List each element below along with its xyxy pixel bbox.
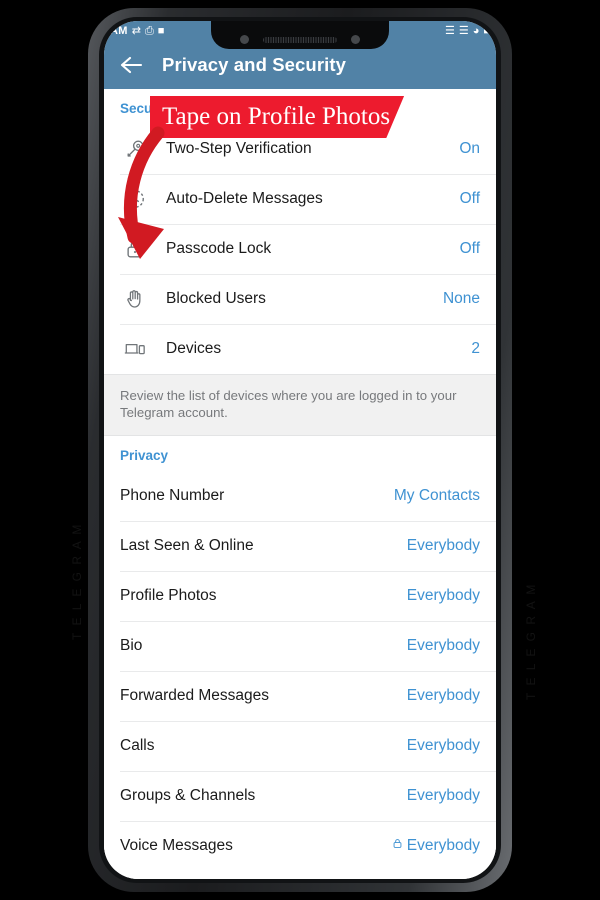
section-header-security: Security <box>120 101 174 116</box>
setting-row-passcode-lock[interactable]: Passcode Lock Off <box>104 224 496 274</box>
setting-label: Voice Messages <box>120 837 233 854</box>
setting-value: Everybody <box>406 687 480 704</box>
setting-value: Off <box>459 240 480 257</box>
screenshot-icon: ⎙ <box>144 25 154 37</box>
setting-label: Profile Photos <box>120 587 217 604</box>
title-bar: Privacy and Security <box>104 41 496 89</box>
hand-block-icon <box>120 288 150 310</box>
setting-label: Devices <box>166 340 222 357</box>
setting-value-text: Everybody <box>406 837 480 854</box>
setting-row-devices[interactable]: Devices 2 <box>104 324 496 374</box>
phone-screen: AM ⇄ ⎙ ■ ☰ ☰ ◕ ■ Privacy and Security Se… <box>104 21 496 879</box>
setting-label: Auto-Delete Messages <box>166 190 323 207</box>
setting-label: Bio <box>120 637 143 654</box>
setting-value: Off <box>459 190 480 207</box>
signal-sim2-icon: ☰ <box>458 25 469 37</box>
signal-sim1-icon: ☰ <box>444 25 455 37</box>
sync-icon: ⇄ <box>131 25 141 37</box>
setting-label: Passcode Lock <box>166 240 272 257</box>
setting-value: Everybody <box>392 837 480 855</box>
setting-value: None <box>442 290 480 307</box>
battery-icon: ■ <box>483 25 490 37</box>
setting-label: Blocked Users <box>166 290 266 307</box>
setting-row-bio[interactable]: Bio Everybody <box>104 621 496 671</box>
app-bar: AM ⇄ ⎙ ■ ☰ ☰ ◕ ■ Privacy and Security <box>104 21 496 89</box>
notification-icon: ■ <box>157 25 165 37</box>
setting-value: Everybody <box>406 787 480 804</box>
status-bar-right: ☰ ☰ ◕ ■ <box>445 21 490 41</box>
watermark-right: T E L E G R A M <box>524 582 538 700</box>
setting-row-auto-delete-messages[interactable]: Auto-Delete Messages Off <box>104 174 496 224</box>
back-arrow-icon[interactable] <box>116 50 146 80</box>
lock-mini-icon <box>392 837 403 855</box>
setting-row-blocked-users[interactable]: Blocked Users None <box>104 274 496 324</box>
status-bar-left: AM ⇄ ⎙ ■ <box>110 21 164 41</box>
setting-row-groups-and-channels[interactable]: Groups & Channels Everybody <box>104 771 496 821</box>
settings-content[interactable]: Security Two-Step Verification On Auto-D… <box>104 89 496 879</box>
section-header-privacy: Privacy <box>120 448 169 463</box>
devices-icon <box>120 338 150 360</box>
setting-value: Everybody <box>406 737 480 754</box>
setting-row-last-seen-and-online[interactable]: Last Seen & Online Everybody <box>104 521 496 571</box>
setting-row-forwarded-messages[interactable]: Forwarded Messages Everybody <box>104 671 496 721</box>
setting-value: My Contacts <box>393 487 480 504</box>
setting-label: Last Seen & Online <box>120 537 254 554</box>
padlock-icon <box>120 238 150 260</box>
setting-label: Two-Step Verification <box>166 140 312 157</box>
watermark-left: T E L E G R A M <box>70 522 84 640</box>
setting-row-voice-messages[interactable]: Voice Messages Everybody <box>104 821 496 871</box>
setting-label: Groups & Channels <box>120 787 256 804</box>
wifi-icon: ◕ <box>472 25 480 37</box>
setting-row-phone-number[interactable]: Phone Number My Contacts <box>104 471 496 521</box>
status-clock: AM <box>110 25 128 37</box>
setting-label: Forwarded Messages <box>120 687 270 704</box>
setting-value: Everybody <box>406 637 480 654</box>
setting-label: Calls <box>120 737 155 754</box>
setting-row-two-step-verification[interactable]: Two-Step Verification On <box>104 124 496 174</box>
auto-delete-icon <box>120 188 150 210</box>
setting-value: 2 <box>471 340 480 357</box>
setting-row-calls[interactable]: Calls Everybody <box>104 721 496 771</box>
setting-value: Everybody <box>406 537 480 554</box>
setting-value: Everybody <box>406 587 480 604</box>
setting-row-profile-photos[interactable]: Profile Photos Everybody <box>104 571 496 621</box>
page-title: Privacy and Security <box>162 54 347 75</box>
setting-value: On <box>459 140 480 157</box>
key-icon <box>120 138 150 160</box>
devices-footnote: Review the list of devices where you are… <box>104 374 496 436</box>
setting-label: Phone Number <box>120 487 225 504</box>
